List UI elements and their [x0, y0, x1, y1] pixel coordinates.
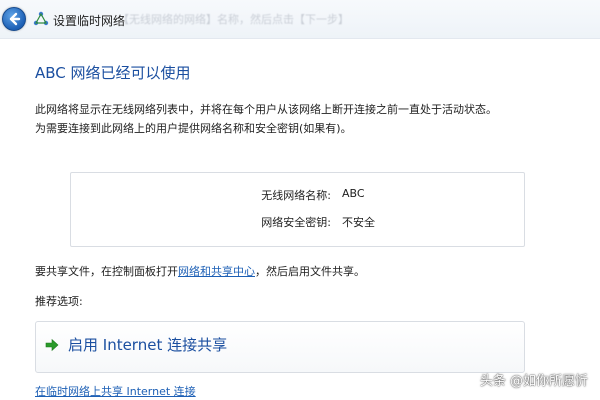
- background-instruction-text: 【无线网络的网络】名称，然后点击【下一步】: [118, 13, 349, 26]
- back-arrow-icon: [9, 12, 21, 26]
- page-heading: ABC 网络已经可以使用: [35, 64, 191, 82]
- title-bar: 设置临时网络 【无线网络的网络】名称，然后点击【下一步】: [0, 0, 600, 39]
- file-sharing-suffix: ，然后启用文件共享。: [255, 265, 365, 278]
- enable-ics-button[interactable]: 启用 Internet 连接共享: [35, 321, 525, 373]
- network-name-value: ABC: [342, 187, 365, 200]
- green-arrow-icon: [45, 338, 59, 352]
- share-internet-on-adhoc-link[interactable]: 在临时网络上共享 Internet 连接: [35, 383, 196, 399]
- security-key-label: 网络安全密钥:: [261, 216, 331, 229]
- watermark-credit: 头条 @如你所愿忻: [479, 374, 588, 389]
- network-info-box: 无线网络名称: ABC 网络安全密钥: 不安全: [70, 172, 525, 247]
- security-key-value: 不安全: [342, 216, 375, 229]
- window-title: 设置临时网络: [53, 14, 126, 28]
- recommended-options-label: 推荐选项:: [35, 295, 83, 308]
- setup-adhoc-network-window: 设置临时网络 【无线网络的网络】名称，然后点击【下一步】 ABC 网络已经可以使…: [0, 0, 600, 400]
- network-sharing-center-link[interactable]: 网络和共享中心: [178, 265, 255, 278]
- network-name-label: 无线网络名称:: [261, 189, 331, 202]
- back-button[interactable]: [2, 7, 26, 31]
- description-text: 此网络将显示在无线网络列表中，并将在每个用户从该网络上断开连接之前一直处于活动状…: [35, 103, 497, 135]
- adhoc-network-icon: [33, 11, 49, 26]
- enable-ics-label: 启用 Internet 连接共享: [68, 336, 228, 354]
- file-sharing-hint: 要共享文件，在控制面板打开网络和共享中心，然后启用文件共享。: [35, 263, 365, 279]
- file-sharing-prefix: 要共享文件，在控制面板打开: [35, 265, 178, 278]
